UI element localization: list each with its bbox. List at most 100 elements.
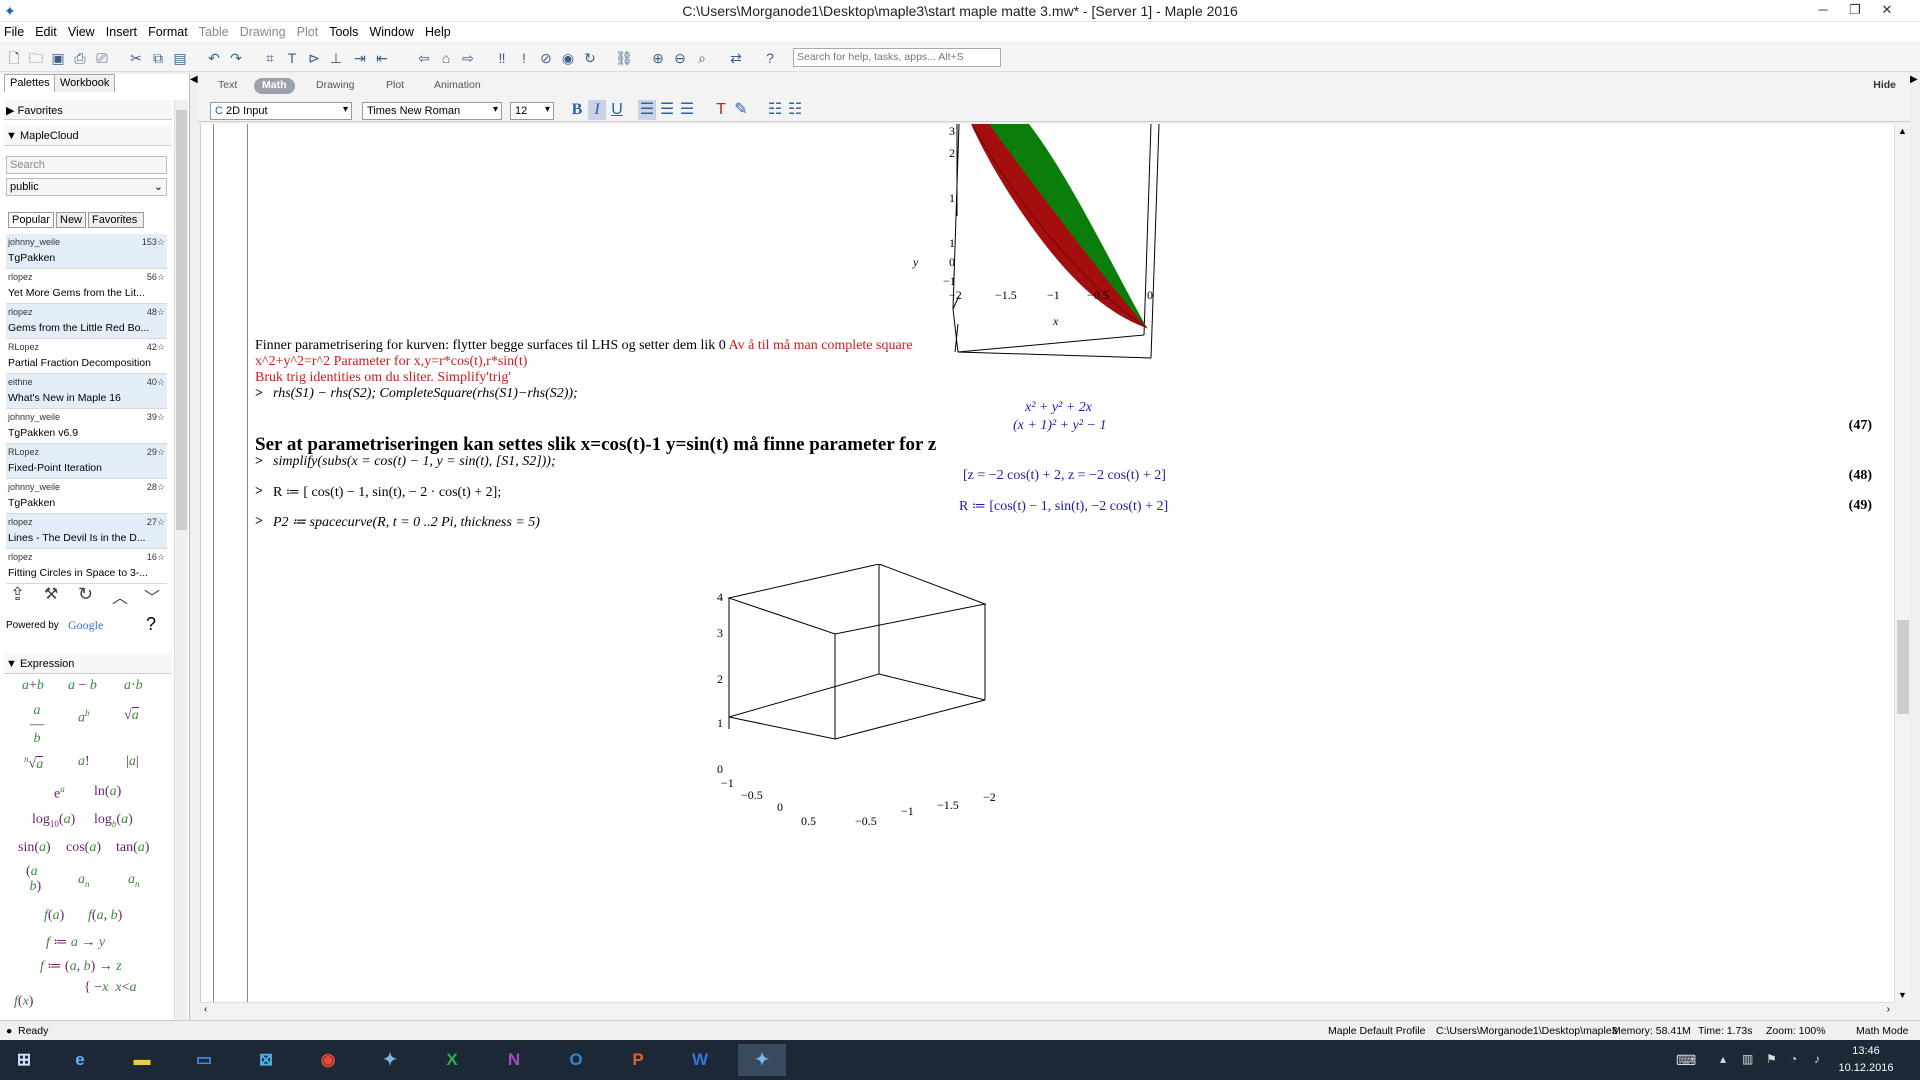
section-heading[interactable]: Ser at parametriseringen kan settes slik… [255,434,936,456]
tray-expand-icon[interactable]: ▴ [1720,1052,1726,1066]
execute-icon[interactable]: ! [514,48,534,68]
numbered-list-icon[interactable]: ☷ [786,100,804,120]
execution-group-icon[interactable]: ⊳ [304,48,324,68]
menu-table[interactable]: Table [195,22,233,39]
menu-edit[interactable]: Edit [31,22,61,39]
chevron-up-icon[interactable]: ︿ [112,584,128,608]
menu-format[interactable]: Format [144,22,192,39]
volume-icon[interactable]: ♪ [1814,1052,1820,1066]
palette-fx[interactable]: f(x) [14,994,33,1010]
palette-log10[interactable]: log10(a) [32,812,75,829]
collapse-palette-icon[interactable]: ◀ [190,74,198,88]
open-folder-icon[interactable]: 🗀 [26,48,46,68]
indent-icon[interactable]: ⇥ [350,48,370,68]
font-size-select[interactable]: 12 [510,102,554,120]
hide-button[interactable]: Hide [1873,79,1896,91]
cloud-list-item[interactable]: rlopez 48☆ Gems from the Little Red Bo... [6,304,167,339]
cloud-list-item[interactable]: RLopez 29☆ Fixed-Point Iteration [6,444,167,479]
worksheet[interactable]: 3 2 1 1 y 0 −1 −2 −1.5 −1 −0.5 0 x Finne… [200,124,1894,1002]
clock-date[interactable]: 10.12.2016 [1836,1062,1896,1074]
underline-button[interactable]: U [608,100,626,120]
insert-text-icon[interactable]: T [282,48,302,68]
upload-icon[interactable]: ⇪ [10,584,25,605]
cut-icon[interactable]: ✂ [126,48,146,68]
windows-start-icon[interactable]: ⊞ [0,1044,48,1076]
forward-icon[interactable]: ⇨ [458,48,478,68]
restore-button[interactable]: ❐ [1840,0,1870,22]
expression-section[interactable]: ▼ Expression [4,654,172,674]
help-button[interactable]: ? [146,614,156,635]
bold-button[interactable]: B [568,100,586,120]
plot-surfaces[interactable] [861,124,1161,424]
menu-file[interactable]: File [0,22,28,39]
menu-view[interactable]: View [64,22,99,39]
maplecloud-section[interactable]: ▼ MapleCloud [4,126,172,146]
insert-math-icon[interactable]: ⌗ [260,48,280,68]
input-2[interactable]: simplify(subs(x = cos(t) − 1, y = sin(t)… [273,454,556,470]
expand-right-icon[interactable]: ▶ [1910,74,1920,88]
font-select[interactable]: Times New Roman [362,102,502,120]
palette-fraction[interactable]: a ― b [30,704,44,746]
tools-icon[interactable]: ⚒ [44,584,58,604]
palette-power[interactable]: ab [78,708,90,727]
palette-sin[interactable]: sin(a) [18,840,51,856]
input-4[interactable]: P2 ≔ spacecurve(R, t = 0 ..2 Pi, thickne… [273,514,540,531]
palette-exp[interactable]: ea [54,784,65,803]
network-icon[interactable]: ▥ [1742,1052,1753,1066]
store-icon[interactable]: ⊠ [242,1044,290,1076]
input-1[interactable]: rhs(S1) − rhs(S2); CompleteSquare(rhs(S1… [273,386,578,402]
help-search-input[interactable]: Search for help, tasks, apps... Alt+S [793,48,1001,67]
scroll-down-icon[interactable]: ▼ [1898,990,1907,1000]
palette-cos[interactable]: cos(a) [66,840,101,856]
maple-icon[interactable]: ✦ [366,1044,414,1076]
palette-index-n[interactable]: an [128,872,140,889]
link-icon[interactable]: ⛓ [614,48,634,68]
cloud-list-item[interactable]: eithne 40☆ What's New in Maple 16 [6,374,167,409]
onenote-icon[interactable]: N [490,1044,538,1076]
maple-active-icon[interactable]: ✦ [738,1044,786,1076]
palette-ln[interactable]: ln(a) [94,784,121,800]
align-left-icon[interactable]: ☰ [638,100,656,120]
text-line-2[interactable]: x^2+y^2=r^2 Parameter for x,y=r*cos(t),r… [255,354,527,370]
zoom-out-icon[interactable]: ⊖ [670,48,690,68]
powerpoint-icon[interactable]: P [614,1044,662,1076]
palette-tan[interactable]: tan(a) [116,840,149,856]
mode-text[interactable]: Text [210,78,245,94]
scroll-right-icon[interactable]: › [1887,1004,1890,1015]
scroll-left-icon[interactable]: ‹ [204,1004,207,1015]
debug-icon[interactable]: ◉ [558,48,578,68]
cloud-list-item[interactable]: johnny_weile 39☆ TgPakken v6.9 [6,409,167,444]
chrome-icon[interactable]: ◉ [304,1044,352,1076]
close-button[interactable]: ✕ [1872,0,1902,22]
print-icon[interactable]: ⎙ [70,48,90,68]
highlight-icon[interactable]: ✎ [732,100,750,120]
palette-nthroot[interactable]: n√a [24,754,44,773]
bullet-list-icon[interactable]: ☷ [766,100,784,120]
menu-window[interactable]: Window [365,22,417,39]
scroll-thumb[interactable] [1897,620,1909,714]
text-color-icon[interactable]: T [712,100,730,120]
back-icon[interactable]: ⇦ [414,48,434,68]
align-right-icon[interactable]: ☰ [678,100,696,120]
palette-subtract[interactable]: a − b [68,678,97,694]
palette-multiply[interactable]: a·b [124,678,143,694]
tab-workbook[interactable]: Workbook [54,74,116,92]
favorites-section[interactable]: ▶ Favorites [4,100,172,120]
refresh-icon[interactable]: ↻ [78,584,93,605]
cloud-tab-new[interactable]: New [56,212,86,228]
restart-icon[interactable]: ↻ [580,48,600,68]
palette-subscript-n[interactable]: an [78,872,90,889]
print-preview-icon[interactable]: ⎚ [92,48,112,68]
cloud-group-select[interactable]: public ⌄ [6,178,167,196]
new-document-icon[interactable]: 🗋 [4,48,24,68]
copy-icon[interactable]: ⧉ [148,48,168,68]
cloud-search-input[interactable]: Search [6,156,167,174]
wifi-icon[interactable]: ◔ [1790,1052,1797,1066]
mode-plot[interactable]: Plot [378,78,412,94]
palette-binomial[interactable]: (a b) [26,864,41,894]
input-style-select[interactable]: C 2D Input [210,102,352,120]
cloud-list-item[interactable]: rlopez 56☆ Yet More Gems from the Lit... [6,269,167,304]
help-icon[interactable]: ? [760,48,780,68]
execute-all-icon[interactable]: ‼ [492,48,512,68]
outdent-icon[interactable]: ⇤ [372,48,392,68]
